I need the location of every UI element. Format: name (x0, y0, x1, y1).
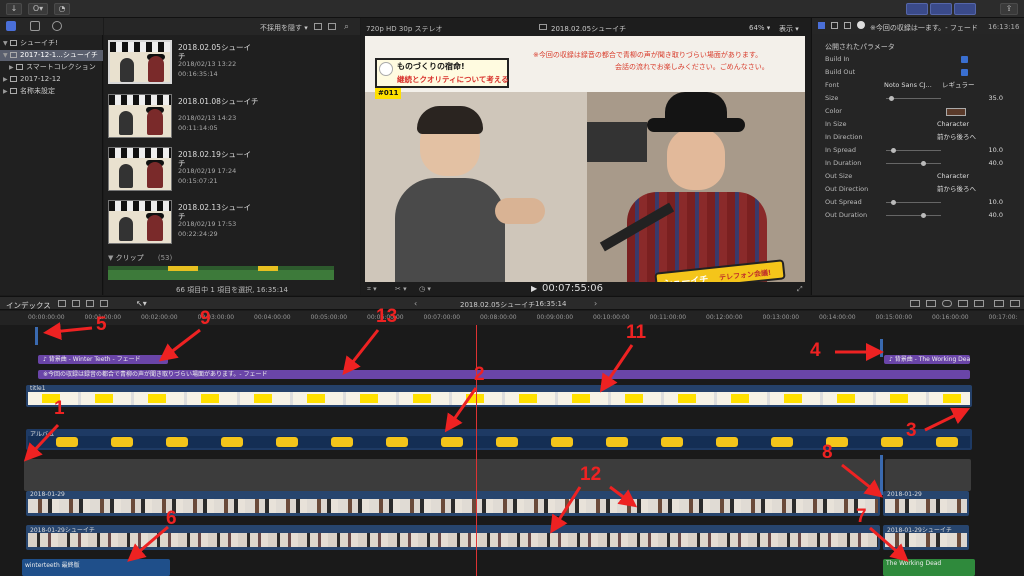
annotation-arrow-2 (444, 387, 478, 433)
annotation-arrow-5 (43, 322, 93, 341)
annotation-arrow-9 (158, 328, 201, 362)
annotation-label-12: 12 (580, 464, 602, 485)
annotation-overlay (23, 322, 971, 562)
annotation-arrow-11 (599, 344, 634, 393)
annotation-arrow-12a (550, 486, 582, 534)
annotation-label-3: 3 (906, 420, 917, 441)
annotation-arrow-12b (609, 485, 638, 508)
annotation-arrow-8 (841, 463, 884, 498)
annotation-arrow-13 (342, 329, 380, 376)
annotation-arrow-3 (924, 407, 971, 432)
annotation-label-13: 13 (376, 306, 398, 327)
annotation-label-6: 6 (166, 508, 177, 529)
annotation-label-5: 5 (96, 314, 107, 335)
annotation-arrow-7 (869, 526, 909, 562)
annotation-label-9: 9 (200, 308, 211, 329)
annotation-label-2: 2 (474, 364, 485, 385)
annotation-label-8: 8 (822, 442, 833, 463)
annotation-arrow-1 (23, 423, 60, 462)
annotation-label-7: 7 (856, 506, 867, 527)
annotation-label-4: 4 (810, 340, 821, 361)
annotation-arrow-6 (127, 525, 169, 562)
annotation-label-11: 11 (626, 322, 647, 343)
annotation-label-1: 1 (54, 398, 65, 419)
